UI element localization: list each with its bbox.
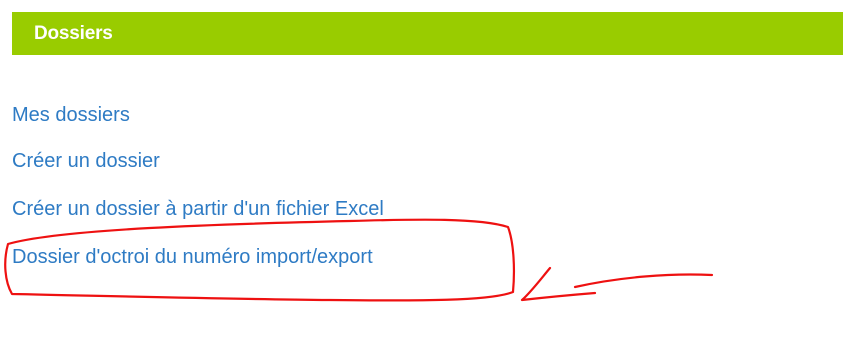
link-creer-un-dossier[interactable]: Créer un dossier <box>12 149 160 173</box>
link-mes-dossiers[interactable]: Mes dossiers <box>12 103 130 127</box>
link-creer-dossier-excel[interactable]: Créer un dossier à partir d'un fichier E… <box>12 197 384 221</box>
section-header: Dossiers <box>12 12 843 55</box>
link-dossier-octroi-import-export[interactable]: Dossier d'octroi du numéro import/export <box>12 245 373 269</box>
section-title: Dossiers <box>34 23 113 44</box>
pointer-arrow <box>520 266 714 302</box>
